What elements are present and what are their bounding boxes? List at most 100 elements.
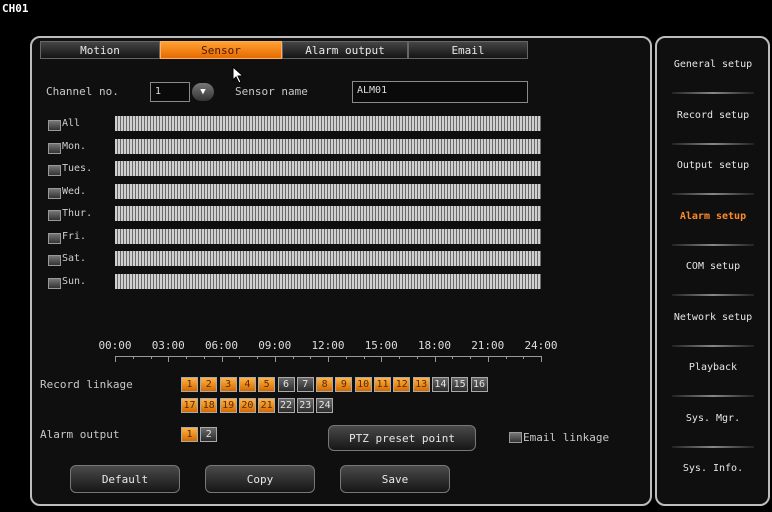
record-linkage-ch-13[interactable]: 13	[412, 377, 430, 392]
record-linkage-ch-20[interactable]: 20	[238, 398, 256, 413]
record-linkage-ch-4[interactable]: 4	[238, 377, 256, 392]
menu-separator	[672, 344, 754, 347]
schedule-bar-fri[interactable]	[115, 228, 541, 244]
record-linkage-ch-3[interactable]: 3	[219, 377, 237, 392]
side-menu-item-general-setup[interactable]: General setup	[658, 59, 768, 70]
time-label: 12:00	[311, 339, 345, 352]
side-menu-item-playback[interactable]: Playback	[658, 362, 768, 373]
schedule-bar-mon[interactable]	[115, 138, 541, 154]
schedule-bar-wed[interactable]	[115, 183, 541, 199]
time-tick	[310, 356, 312, 359]
time-tick	[168, 356, 170, 362]
record-linkage-ch-8[interactable]: 8	[316, 377, 334, 392]
default-button[interactable]: Default	[70, 465, 180, 493]
tab-alarm-output[interactable]: Alarm output	[282, 41, 408, 59]
chevron-down-icon[interactable]: ▼	[192, 83, 214, 101]
record-linkage-ch-19[interactable]: 19	[219, 398, 237, 413]
record-linkage-ch-18[interactable]: 18	[200, 398, 218, 413]
time-tick	[345, 356, 347, 359]
record-linkage-ch-14[interactable]: 14	[431, 377, 449, 392]
save-button[interactable]: Save	[340, 465, 450, 493]
day-label-all: All	[62, 118, 81, 129]
day-checkbox-wed[interactable]	[48, 187, 61, 199]
record-linkage-ch-16[interactable]: 16	[470, 377, 488, 392]
day-checkbox-all[interactable]	[48, 120, 61, 131]
time-label: 06:00	[204, 339, 239, 352]
tab-email[interactable]: Email	[408, 41, 528, 59]
email-linkage-label: Email linkage	[523, 431, 610, 444]
record-linkage-ch-10[interactable]: 10	[354, 377, 372, 392]
time-tick	[381, 356, 383, 362]
time-tick	[239, 356, 241, 359]
time-label: 09:00	[258, 339, 292, 352]
record-linkage-ch-12[interactable]: 12	[393, 377, 411, 392]
side-menu-item-sys-mgr[interactable]: Sys. Mgr.	[658, 413, 768, 424]
time-tick	[292, 356, 294, 359]
time-tick	[434, 356, 436, 362]
day-checkbox-thur[interactable]	[48, 210, 61, 221]
record-linkage-ch-17[interactable]: 17	[181, 398, 198, 413]
schedule-bar-sun[interactable]	[115, 273, 541, 289]
side-menu-item-com-setup[interactable]: COM setup	[658, 261, 768, 272]
menu-separator	[672, 193, 754, 195]
time-tick	[132, 356, 134, 359]
schedule-bar-sat[interactable]	[115, 251, 541, 266]
record-linkage-ch-1[interactable]: 1	[181, 377, 198, 392]
record-linkage-ch-23[interactable]: 23	[296, 398, 314, 413]
alarm-output-ch-2[interactable]: 2	[200, 427, 218, 442]
time-tick	[470, 356, 471, 359]
time-tick	[399, 356, 400, 359]
schedule-bar-all[interactable]	[115, 116, 541, 131]
day-checkbox-fri[interactable]	[48, 232, 61, 244]
schedule-bar-tues[interactable]	[115, 161, 541, 176]
tab-sensor[interactable]: Sensor	[160, 41, 282, 59]
menu-separator	[672, 395, 754, 397]
time-tick	[363, 356, 365, 359]
time-tick	[505, 356, 507, 359]
time-label: 00:00	[98, 339, 132, 352]
record-linkage-ch-15[interactable]: 15	[451, 377, 469, 392]
record-linkage-ch-22[interactable]: 22	[277, 398, 295, 413]
day-checkbox-sat[interactable]	[48, 255, 61, 266]
email-linkage-checkbox[interactable]	[509, 432, 522, 443]
day-checkbox-sun[interactable]	[48, 277, 61, 289]
day-label-fri: Fri.	[62, 230, 87, 242]
day-label-mon: Mon.	[62, 140, 87, 152]
sensor-name-input[interactable]: ALM01	[352, 81, 528, 103]
time-tick	[274, 356, 276, 362]
day-label-wed: Wed.	[62, 185, 87, 197]
record-linkage-ch-24[interactable]: 24	[316, 398, 334, 413]
copy-button[interactable]: Copy	[205, 465, 315, 493]
menu-separator	[672, 142, 754, 145]
alarm-output-ch-1[interactable]: 1	[181, 427, 198, 442]
menu-separator	[672, 294, 754, 296]
day-label-thur: Thur.	[62, 208, 93, 219]
time-label: 24:00	[524, 339, 558, 352]
record-linkage-ch-5[interactable]: 5	[258, 377, 276, 392]
day-label-sat: Sat.	[62, 253, 87, 264]
record-linkage-ch-11[interactable]: 11	[374, 377, 391, 392]
record-linkage-ch-7[interactable]: 7	[296, 377, 314, 392]
side-menu-item-record-setup[interactable]: Record setup	[658, 110, 768, 121]
time-tick	[523, 356, 525, 359]
record-linkage-ch-2[interactable]: 2	[200, 377, 218, 392]
channel-select[interactable]: 1	[150, 82, 190, 102]
side-menu-item-output-setup[interactable]: Output setup	[658, 160, 768, 171]
record-linkage-ch-9[interactable]: 9	[335, 377, 353, 392]
side-menu-item-alarm-setup[interactable]: Alarm setup	[658, 211, 768, 222]
time-tick	[150, 356, 152, 359]
time-label: 18:00	[417, 339, 452, 352]
time-label: 21:00	[471, 339, 505, 352]
day-checkbox-tues[interactable]	[48, 165, 61, 176]
time-tick	[203, 356, 205, 359]
ptz-preset-point-button[interactable]: PTZ preset point	[328, 425, 476, 451]
side-menu-item-sys-info[interactable]: Sys. Info.	[658, 463, 768, 474]
day-checkbox-mon[interactable]	[48, 142, 61, 154]
tab-motion[interactable]: Motion	[40, 41, 160, 59]
side-menu-item-network-setup[interactable]: Network setup	[658, 312, 768, 323]
schedule-bar-thur[interactable]	[115, 206, 541, 221]
record-linkage-ch-6[interactable]: 6	[277, 377, 295, 392]
day-label-sun: Sun.	[62, 275, 87, 287]
menu-separator	[672, 92, 754, 94]
record-linkage-ch-21[interactable]: 21	[258, 398, 276, 413]
